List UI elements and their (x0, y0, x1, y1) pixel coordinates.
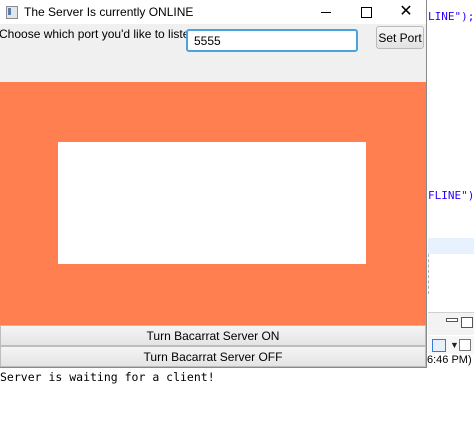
minimize-icon (321, 11, 331, 13)
indent-guide (428, 254, 474, 294)
console-timestamp: 6:46 PM) (427, 354, 472, 366)
title-bar[interactable]: The Server Is currently ONLINE ✕ (0, 0, 426, 24)
current-line-highlight (428, 238, 474, 254)
code-line: FLINE"); (428, 189, 474, 202)
panel-maximize-icon[interactable] (461, 317, 473, 328)
chevron-down-icon[interactable]: ▼ (450, 340, 459, 350)
server-window: The Server Is currently ONLINE ✕ Choose … (0, 0, 427, 368)
turn-server-off-button[interactable]: Turn Bacarrat Server OFF (0, 346, 426, 367)
close-icon: ✕ (399, 3, 413, 20)
maximize-button[interactable] (346, 0, 386, 24)
minimize-button[interactable] (306, 0, 346, 24)
console-output: Server is waiting for a client! (0, 370, 215, 384)
code-line: LINE"); (428, 10, 474, 23)
port-input[interactable] (186, 29, 358, 52)
display-box (58, 142, 366, 264)
port-label: Choose which port you'd like to listen o… (0, 27, 217, 41)
status-panel (0, 82, 426, 325)
maximize-icon (360, 6, 372, 18)
close-button[interactable]: ✕ (386, 0, 426, 24)
console-view-icon[interactable] (459, 339, 471, 351)
panel-minimize-icon[interactable] (446, 318, 458, 322)
java-app-icon (6, 6, 18, 19)
set-port-button[interactable]: Set Port (376, 26, 424, 49)
window-title: The Server Is currently ONLINE (24, 5, 194, 19)
turn-server-on-button[interactable]: Turn Bacarrat Server ON (0, 325, 426, 346)
display-console-icon[interactable] (432, 339, 446, 352)
